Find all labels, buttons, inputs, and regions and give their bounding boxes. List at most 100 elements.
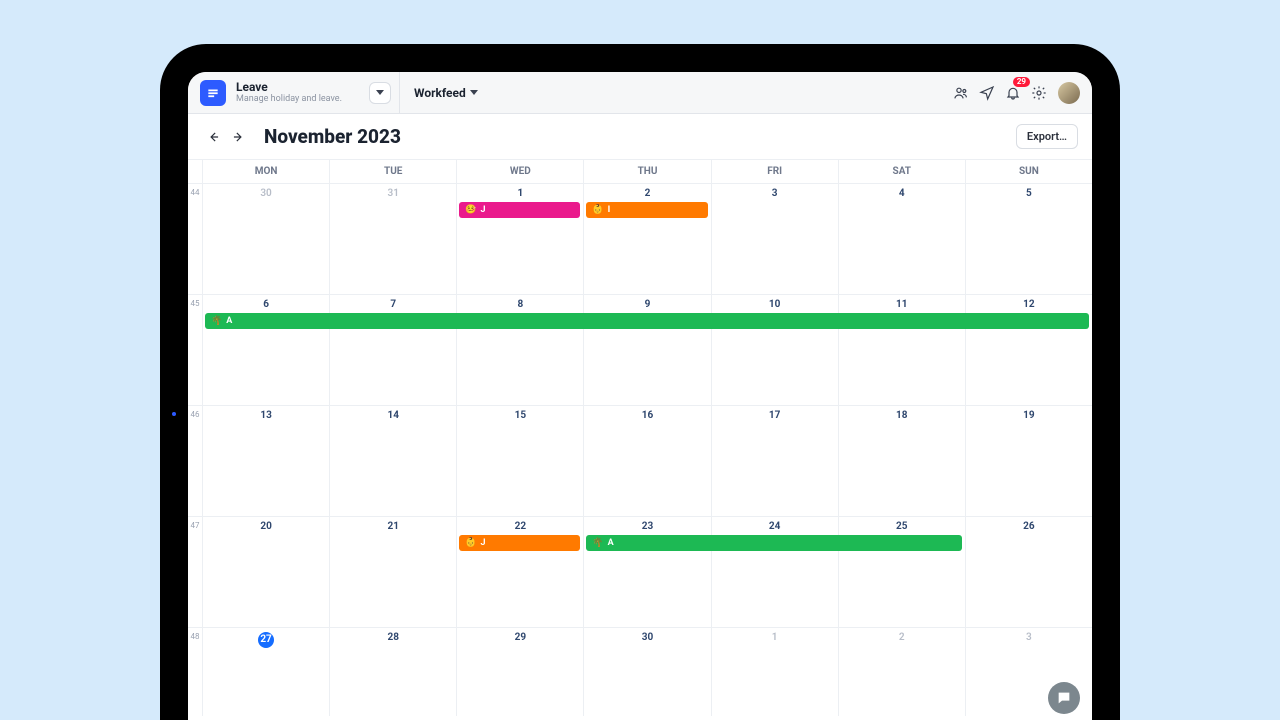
day-cell[interactable]: 18 <box>838 406 965 516</box>
day-number: 17 <box>712 410 838 421</box>
week-number: 48 <box>188 628 202 716</box>
module-switcher-button[interactable] <box>369 82 391 104</box>
day-cell[interactable]: 14 <box>329 406 456 516</box>
send-button[interactable] <box>974 80 1000 106</box>
dow-header: WED <box>456 160 583 183</box>
day-cell[interactable]: 8 <box>456 295 583 405</box>
paper-plane-icon <box>979 85 995 101</box>
day-cell[interactable]: 16 <box>583 406 710 516</box>
event-emoji-icon: 🌴 <box>592 538 603 548</box>
event-label: I <box>608 205 611 215</box>
module-subtitle: Manage holiday and leave. <box>236 94 342 104</box>
day-number: 4 <box>839 188 965 199</box>
leave-event[interactable]: 🌴A <box>205 313 1089 329</box>
day-number: 1 <box>457 188 583 199</box>
day-number: 29 <box>457 632 583 643</box>
day-cell[interactable]: 2 <box>838 628 965 716</box>
day-cell[interactable]: 24 <box>711 517 838 627</box>
day-cell[interactable]: 1 <box>711 628 838 716</box>
avatar[interactable] <box>1058 82 1080 104</box>
leave-event[interactable]: 👶I <box>586 202 707 218</box>
day-cell[interactable]: 27 <box>202 628 329 716</box>
day-cell[interactable]: 19 <box>965 406 1092 516</box>
day-number-today: 27 <box>258 632 274 648</box>
notifications-button[interactable]: 29 <box>1000 80 1026 106</box>
day-cell[interactable]: 3 <box>711 184 838 294</box>
day-cell[interactable]: 6 <box>202 295 329 405</box>
week-row: 48 27 282930123 <box>188 628 1092 716</box>
day-number: 12 <box>966 299 1092 310</box>
chat-fab[interactable] <box>1048 682 1080 714</box>
arrow-right-icon <box>231 130 245 144</box>
week-number: 45 <box>188 295 202 405</box>
event-label: A <box>608 538 614 548</box>
prev-month-button[interactable] <box>202 125 226 149</box>
day-number: 8 <box>457 299 583 310</box>
module-icon <box>200 80 226 106</box>
day-cell[interactable]: 4 <box>838 184 965 294</box>
workspace-dropdown[interactable]: Workfeed <box>400 86 492 100</box>
people-button[interactable] <box>948 80 974 106</box>
settings-button[interactable] <box>1026 80 1052 106</box>
day-number: 24 <box>712 521 838 532</box>
day-cell[interactable]: 26 <box>965 517 1092 627</box>
module-title: Leave <box>236 81 342 94</box>
day-cell[interactable]: 30 <box>583 628 710 716</box>
chat-icon <box>1056 690 1072 706</box>
day-cell[interactable]: 28 <box>329 628 456 716</box>
day-cell[interactable]: 23 <box>583 517 710 627</box>
dow-header: THU <box>583 160 710 183</box>
day-number: 25 <box>839 521 965 532</box>
day-cell[interactable]: 9 <box>583 295 710 405</box>
export-button[interactable]: Export… <box>1016 124 1078 149</box>
day-number: 3 <box>712 188 838 199</box>
people-icon <box>953 85 969 101</box>
day-number: 13 <box>203 410 329 421</box>
day-number: 2 <box>584 188 710 199</box>
day-number: 31 <box>330 188 456 199</box>
dow-header: SAT <box>838 160 965 183</box>
day-number: 14 <box>330 410 456 421</box>
day-cell[interactable]: 17 <box>711 406 838 516</box>
next-month-button[interactable] <box>226 125 250 149</box>
week-number: 47 <box>188 517 202 627</box>
leave-event[interactable]: 👶J <box>459 535 580 551</box>
event-label: A <box>226 316 232 326</box>
day-number: 21 <box>330 521 456 532</box>
week-row: 44303112345🤒J👶I <box>188 184 1092 295</box>
day-cell[interactable]: 13 <box>202 406 329 516</box>
day-cell[interactable]: 31 <box>329 184 456 294</box>
day-number: 30 <box>584 632 710 643</box>
day-number: 23 <box>584 521 710 532</box>
day-number: 2 <box>839 632 965 643</box>
leave-event[interactable]: 🌴A <box>586 535 961 551</box>
day-cell[interactable]: 21 <box>329 517 456 627</box>
day-cell[interactable]: 20 <box>202 517 329 627</box>
day-number: 16 <box>584 410 710 421</box>
day-cell[interactable]: 1 <box>456 184 583 294</box>
day-number: 26 <box>966 521 1092 532</box>
day-number: 5 <box>966 188 1092 199</box>
day-number: 3 <box>966 632 1092 643</box>
day-cell[interactable]: 12 <box>965 295 1092 405</box>
topbar: Leave Manage holiday and leave. Workfeed <box>188 72 1092 114</box>
caret-down-icon <box>470 90 478 95</box>
day-cell[interactable]: 7 <box>329 295 456 405</box>
day-cell[interactable]: 11 <box>838 295 965 405</box>
day-cell[interactable]: 25 <box>838 517 965 627</box>
day-number: 6 <box>203 299 329 310</box>
leave-event[interactable]: 🤒J <box>459 202 580 218</box>
day-cell[interactable]: 29 <box>456 628 583 716</box>
day-number: 11 <box>839 299 965 310</box>
day-cell[interactable]: 30 <box>202 184 329 294</box>
day-cell[interactable]: 10 <box>711 295 838 405</box>
day-cell[interactable]: 22 <box>456 517 583 627</box>
day-cell[interactable]: 2 <box>583 184 710 294</box>
day-cell[interactable]: 15 <box>456 406 583 516</box>
module-title-block: Leave Manage holiday and leave. <box>236 81 342 104</box>
day-number: 7 <box>330 299 456 310</box>
day-cell[interactable]: 5 <box>965 184 1092 294</box>
module-switcher-region: Leave Manage holiday and leave. <box>200 72 400 113</box>
event-emoji-icon: 🌴 <box>211 316 222 326</box>
gear-icon <box>1031 85 1047 101</box>
